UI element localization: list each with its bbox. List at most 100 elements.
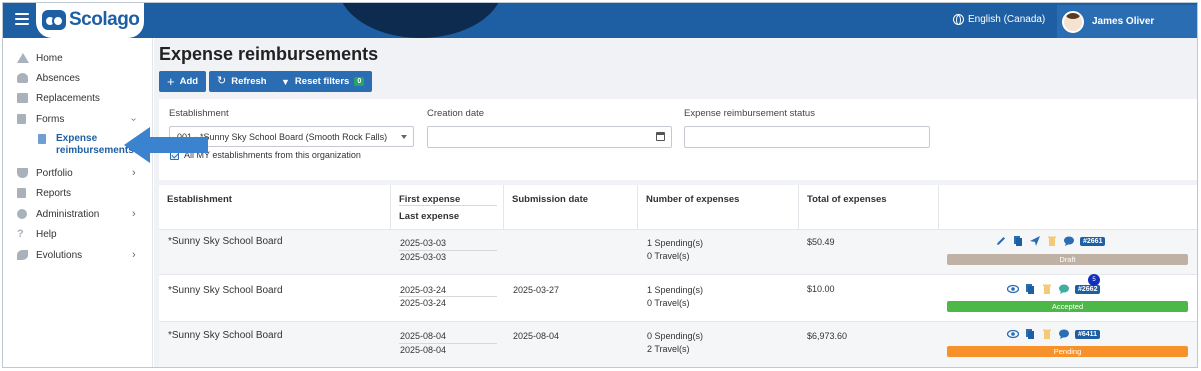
col-total-header[interactable]: Total of expenses (799, 185, 939, 229)
row-last-expense: 2025-03-03 (400, 252, 447, 262)
row-actions: #2661 (995, 235, 1106, 247)
establishment-select-value: 001 - *Sunny Sky School Board (Smooth Ro… (177, 132, 388, 142)
send-icon[interactable] (1029, 235, 1041, 247)
comment-icon[interactable] (1063, 235, 1075, 247)
col-actions-header (939, 185, 1197, 229)
chevron-down-icon: › (128, 117, 140, 121)
chevron-right-icon: › (132, 249, 136, 261)
status-filter-label: Expense reimbursement status (684, 108, 815, 119)
pencil-icon[interactable] (995, 235, 1007, 247)
globe-icon (953, 14, 964, 25)
eye-icon[interactable] (1007, 283, 1019, 295)
row-last-expense: 2025-03-24 (400, 298, 447, 308)
status-filter-input[interactable] (684, 126, 930, 148)
row-spending-count: 0 Spending(s) (647, 331, 704, 341)
row-total: $6,973.60 (807, 331, 848, 341)
row-last-expense: 2025-08-04 (400, 345, 447, 355)
add-button[interactable]: + Add (159, 71, 207, 92)
header-decoration (338, 3, 503, 38)
refresh-button[interactable]: ↻ Refresh (209, 71, 275, 92)
expenses-table: Establishment First expense Last expense… (159, 185, 1197, 367)
row-travel-count: 2 Travel(s) (647, 344, 690, 354)
calendar-icon[interactable] (656, 132, 665, 141)
home-icon (17, 53, 29, 63)
sidebar-item-absences[interactable]: Absences (3, 69, 153, 87)
reference-tag[interactable]: #2662 (1075, 284, 1101, 294)
row-establishment: *Sunny Sky School Board (168, 236, 283, 247)
replacement-icon (17, 93, 28, 103)
gear-icon (17, 209, 27, 219)
sidebar-item-evolutions[interactable]: Evolutions › (3, 246, 153, 264)
add-button-label: Add (179, 76, 199, 87)
col-submission-header[interactable]: Submission date (504, 185, 638, 229)
user-name: James Oliver (1092, 16, 1155, 27)
comment-icon[interactable] (1058, 283, 1070, 295)
main-content: Expense reimbursements + Add ↻ Refresh ▼… (154, 38, 1197, 367)
row-first-expense: 2025-08-04 (400, 331, 447, 341)
logo[interactable]: Scolago (36, 3, 144, 38)
row-spending-count: 1 Spending(s) (647, 285, 704, 295)
reference-tag[interactable]: #2661 (1080, 236, 1106, 246)
avatar (1062, 10, 1084, 33)
copy-icon[interactable] (1012, 235, 1024, 247)
row-establishment: *Sunny Sky School Board (168, 330, 283, 341)
trash-icon[interactable] (1041, 328, 1053, 340)
chevron-right-icon: › (132, 208, 136, 220)
sidebar-item-label: Administration (36, 208, 100, 220)
row-submission-date: 2025-03-27 (513, 285, 560, 295)
plant-icon (17, 250, 28, 260)
menu-icon[interactable] (15, 13, 29, 25)
sidebar-item-label: Replacements (36, 92, 100, 104)
filter-icon: ▼ (281, 76, 290, 87)
sidebar-item-label: Portfolio (36, 167, 73, 179)
row-first-expense: 2025-03-24 (400, 285, 447, 295)
creation-date-input[interactable] (427, 126, 672, 148)
filter-panel: Establishment 001 - *Sunny Sky School Bo… (159, 99, 1197, 180)
date-divider (399, 250, 497, 251)
sidebar-item-label: Expense reimbursements (56, 133, 134, 156)
table-row[interactable]: *Sunny Sky School Board 2025-03-03 2025-… (159, 229, 1197, 274)
copy-icon[interactable] (1024, 283, 1036, 295)
comment-icon[interactable] (1058, 328, 1070, 340)
table-row[interactable]: *Sunny Sky School Board 2025-03-24 2025-… (159, 274, 1197, 321)
refresh-icon: ↻ (217, 75, 227, 87)
col-establishment-header[interactable]: Establishment (159, 185, 391, 229)
top-bar: Scolago English (Canada) James Oliver (3, 3, 1197, 38)
status-badge: Accepted (947, 301, 1188, 312)
sidebar-item-administration[interactable]: Administration › (3, 205, 153, 223)
row-total: $50.49 (807, 237, 835, 247)
copy-icon[interactable] (1024, 328, 1036, 340)
sidebar-item-label: Absences (36, 72, 80, 84)
reference-tag[interactable]: #6411 (1075, 329, 1101, 339)
pointer-arrow-icon (124, 127, 208, 163)
col-count-header[interactable]: Number of expenses (638, 185, 799, 229)
date-divider (399, 343, 497, 344)
sidebar-item-home[interactable]: Home (3, 49, 153, 67)
eye-icon[interactable] (1007, 328, 1019, 340)
forms-icon (17, 114, 26, 124)
table-row[interactable]: *Sunny Sky School Board 2025-08-04 2025-… (159, 321, 1197, 367)
sidebar-item-label: Reports (36, 187, 72, 199)
plus-icon: + (167, 74, 175, 89)
sidebar-item-label: Help (36, 228, 57, 240)
app-window: Scolago English (Canada) James Oliver Ho… (2, 2, 1198, 368)
sidebar-item-reports[interactable]: Reports (3, 184, 153, 202)
reset-filters-button[interactable]: ▼ Reset filters 0 (273, 71, 373, 92)
row-travel-count: 0 Travel(s) (647, 298, 690, 308)
col-expense-dates-header[interactable]: First expense Last expense (391, 185, 504, 229)
trash-icon[interactable] (1041, 283, 1053, 295)
trash-icon[interactable] (1046, 235, 1058, 247)
sidebar-item-portfolio[interactable]: Portfolio › (3, 164, 153, 182)
row-actions: #6411 (1007, 328, 1101, 340)
status-badge: Draft (947, 254, 1188, 265)
row-first-expense: 2025-03-03 (400, 238, 447, 248)
trophy-icon (17, 168, 28, 178)
reports-icon (17, 188, 26, 198)
page-title: Expense reimbursements (159, 44, 379, 64)
row-total: $10.00 (807, 284, 835, 294)
language-selector[interactable]: English (Canada) (953, 14, 1045, 25)
sidebar: Home Absences Replacements Forms › Expen… (3, 38, 153, 367)
user-menu[interactable]: James Oliver (1057, 5, 1197, 38)
sidebar-item-replacements[interactable]: Replacements (3, 89, 153, 107)
sidebar-item-help[interactable]: ? Help (3, 225, 153, 243)
